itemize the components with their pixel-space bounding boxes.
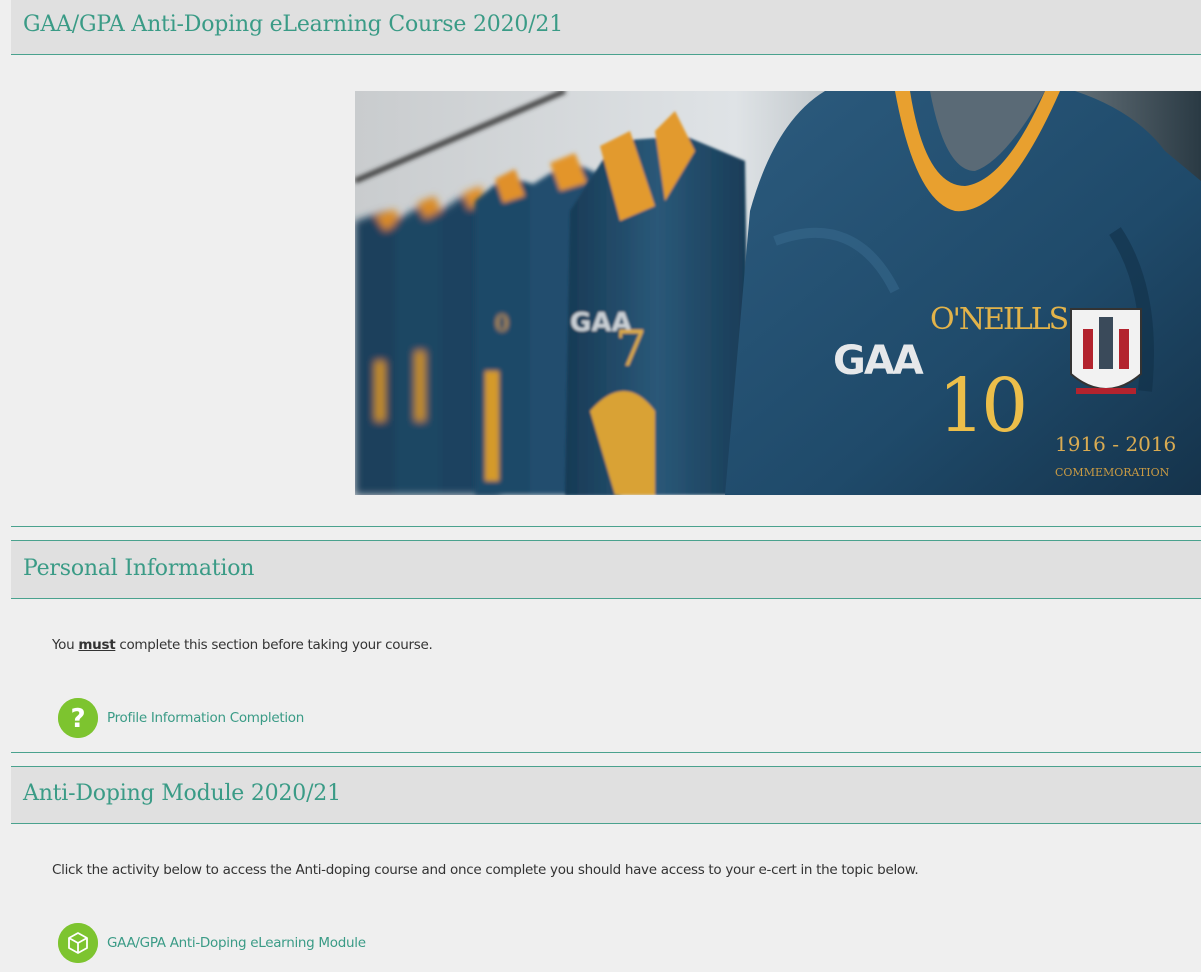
scorm-package-icon (58, 923, 98, 963)
activity-anti-doping-module[interactable]: GAA/GPA Anti-Doping eLearning Module (58, 923, 366, 963)
question-icon: ? (58, 698, 98, 738)
course-title: GAA/GPA Anti-Doping eLearning Course 202… (23, 12, 564, 37)
section-summary: Click the activity below to access the A… (52, 862, 919, 878)
svg-text:1916 - 2016: 1916 - 2016 (1055, 432, 1176, 456)
section-header-anti-doping-module: Anti-Doping Module 2020/21 (11, 766, 1201, 824)
course-header: GAA/GPA Anti-Doping eLearning Course 202… (11, 0, 1201, 55)
svg-text:0: 0 (495, 312, 509, 337)
svg-text:10: 10 (938, 363, 1024, 449)
activity-profile-information[interactable]: ? Profile Information Completion (58, 698, 304, 738)
svg-text:7: 7 (615, 320, 647, 378)
course-banner-image: 0 GAA 7 GAA O'NEILLS 10 1916 - 2016 COMM (355, 91, 1201, 495)
section-title: Personal Information (23, 556, 255, 581)
section-divider (11, 752, 1201, 753)
section-header-personal-information: Personal Information (11, 540, 1201, 599)
activity-link-anti-doping-module[interactable]: GAA/GPA Anti-Doping eLearning Module (107, 935, 366, 951)
svg-text:GAA: GAA (833, 338, 924, 384)
section-title: Anti-Doping Module 2020/21 (23, 781, 341, 806)
section-summary: You must complete this section before ta… (52, 637, 433, 653)
activity-link-profile-information[interactable]: Profile Information Completion (107, 710, 304, 726)
svg-text:O'NEILLS: O'NEILLS (930, 302, 1068, 337)
svg-text:COMMEMORATION: COMMEMORATION (1055, 466, 1170, 479)
emphasis-must: must (78, 637, 116, 653)
section-divider (11, 526, 1201, 527)
svg-text:?: ? (70, 704, 85, 734)
